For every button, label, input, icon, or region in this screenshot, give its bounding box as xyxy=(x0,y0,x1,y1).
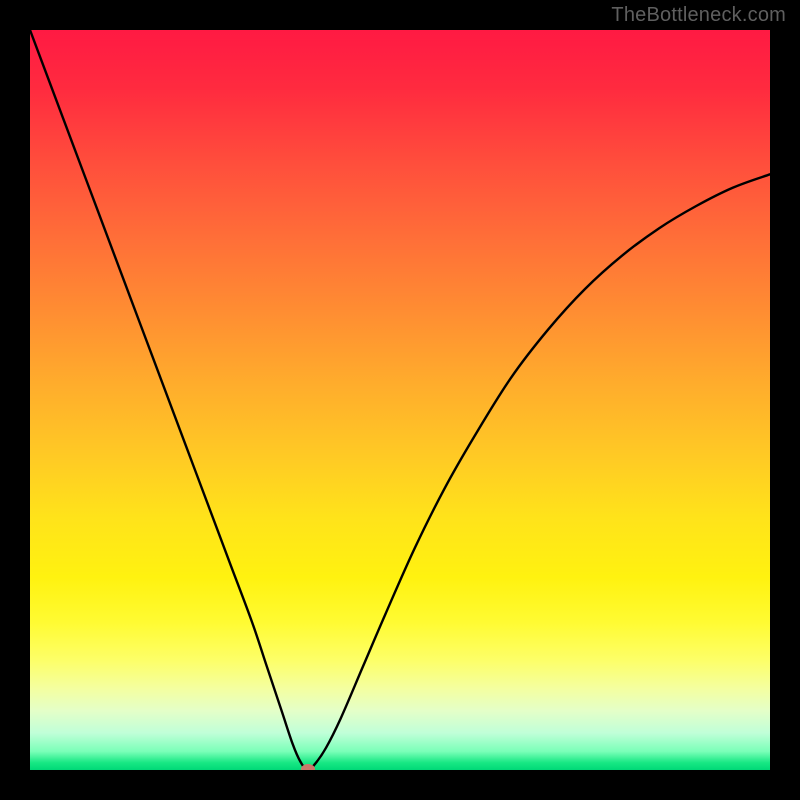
chart-frame: TheBottleneck.com xyxy=(0,0,800,800)
valley-marker xyxy=(301,764,315,770)
bottleneck-curve xyxy=(30,30,770,770)
plot-area xyxy=(30,30,770,770)
watermark-text: TheBottleneck.com xyxy=(611,4,786,27)
